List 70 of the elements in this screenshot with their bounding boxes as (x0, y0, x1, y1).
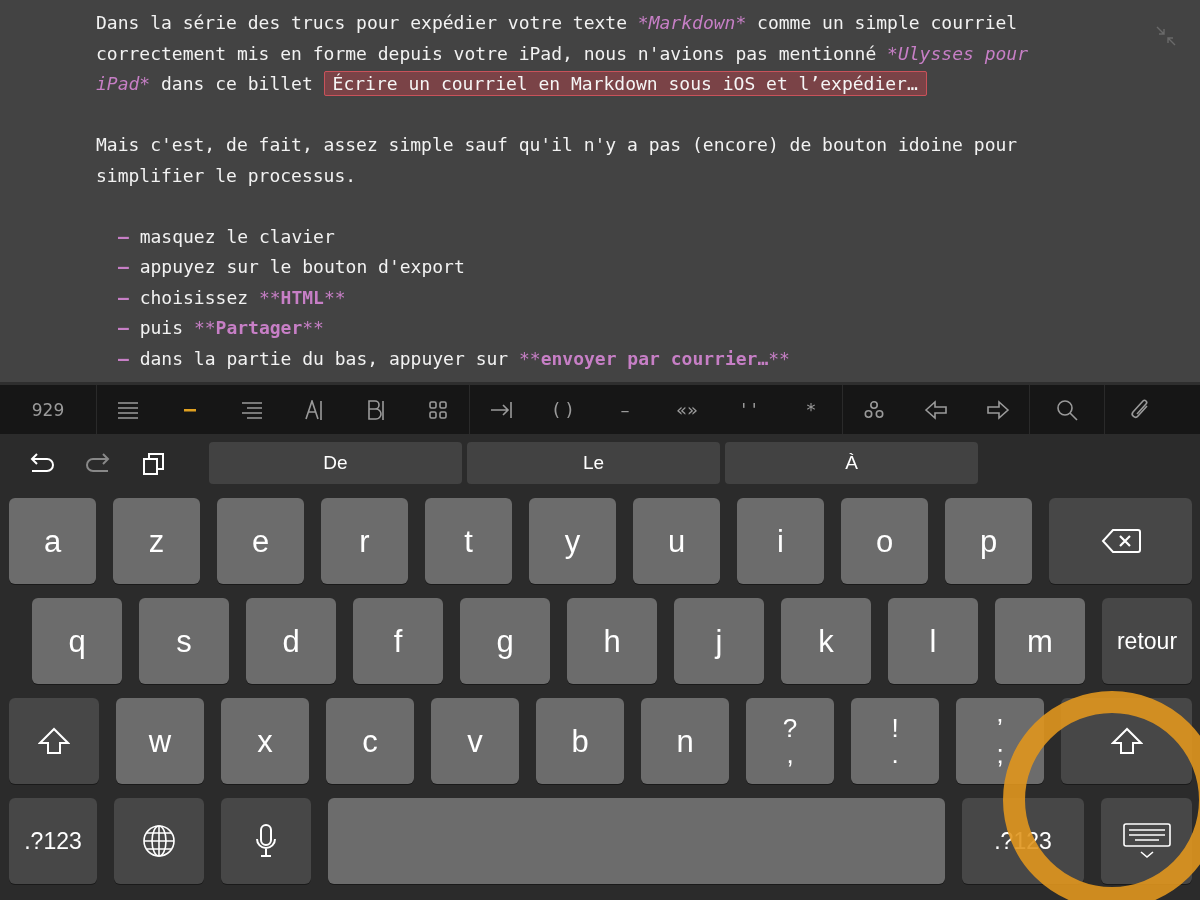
key[interactable]: o (841, 498, 928, 584)
key[interactable]: i (737, 498, 824, 584)
link[interactable]: Écrire un courriel en Markdown sous iOS et l’expédier… (323, 71, 927, 96)
tab-icon (490, 400, 512, 419)
shift-arrow-icon (38, 727, 70, 755)
list-item: – puis **Partager** (118, 316, 325, 340)
microphone-key[interactable] (221, 798, 311, 884)
key[interactable]: m (995, 598, 1085, 684)
key[interactable]: u (633, 498, 720, 584)
globe-icon (142, 824, 176, 858)
shift-arrow-icon (1110, 727, 1143, 755)
key[interactable]: j (674, 598, 764, 684)
left-arrow-icon (924, 399, 948, 420)
key[interactable]: f (353, 598, 443, 684)
key[interactable]: v (431, 698, 519, 784)
list-item: – appuyez sur le bouton d'export (118, 255, 466, 279)
key[interactable]: l (888, 598, 978, 684)
list-item: – masquez le clavier (118, 224, 336, 249)
key[interactable]: e (217, 498, 304, 584)
circles-icon (864, 400, 884, 419)
lines-icon (117, 400, 139, 419)
backspace-icon (1100, 528, 1141, 554)
key[interactable]: d (246, 598, 336, 684)
key[interactable]: c (326, 698, 414, 784)
letter-cursor-icon (367, 399, 385, 420)
key[interactable]: k (781, 598, 871, 684)
suggestion[interactable]: De (209, 442, 462, 484)
paste-icon (142, 450, 166, 476)
key[interactable]: ! . (851, 698, 939, 784)
grid-icon (429, 400, 447, 419)
key[interactable]: n (641, 698, 729, 784)
numbers-key[interactable]: .?123 (9, 798, 97, 884)
right-arrow-icon (986, 399, 1010, 420)
microphone-icon (255, 824, 277, 858)
dash-icon (184, 407, 196, 412)
key[interactable]: y (529, 498, 616, 584)
list-item: – dans la partie du bas, appuyer sur **envoyer par courrier…** (118, 346, 791, 371)
key[interactable]: g (460, 598, 550, 684)
key[interactable]: q (32, 598, 122, 684)
keyboard-icon (1122, 823, 1171, 859)
key[interactable]: w (116, 698, 204, 784)
key[interactable]: t (425, 498, 512, 584)
redo-icon (85, 452, 111, 474)
globe-key[interactable] (114, 798, 204, 884)
key[interactable]: p (945, 498, 1032, 584)
right-align-icon (241, 400, 263, 419)
key[interactable]: h (567, 598, 657, 684)
toolbar-button[interactable]: «» (656, 385, 718, 434)
toolbar-button[interactable]: – (594, 385, 656, 434)
letter-cursor-icon (305, 399, 323, 420)
list-item: – choisissez **HTML** (118, 285, 347, 310)
key[interactable]: s (139, 598, 229, 684)
undo-icon (29, 452, 55, 474)
key[interactable]: r (321, 498, 408, 584)
toolbar-button[interactable]: ( ) (532, 385, 594, 434)
return-key[interactable]: retour (1102, 598, 1192, 684)
search-icon (1056, 398, 1078, 421)
key[interactable]: z (113, 498, 200, 584)
toolbar-button[interactable]: * (780, 385, 842, 434)
suggestion[interactable]: À (725, 442, 978, 484)
suggestion[interactable]: Le (467, 442, 720, 484)
paragraph: Dans la série des trucs pour expédier votre texte *Markdown* comme un simple courriel correctement mis en forme depuis votre iPad, nous n'avions pas mentionné *Ulysses pour iPad* dans ce billet Écrire un courriel en Markdown sous iOS et l’expédier… (96, 11, 1029, 98)
key[interactable]: ? , (746, 698, 834, 784)
key[interactable]: a (9, 498, 96, 584)
paragraph: Mais c'est, de fait, assez simple sauf qu'il n'y a pas (encore) de bouton idoine pour simplifier le processus. (96, 133, 1019, 188)
backspace-key[interactable] (1049, 498, 1192, 584)
shift-key[interactable] (9, 698, 99, 784)
toolbar-button[interactable]: ' ' (718, 385, 780, 434)
key[interactable]: b (536, 698, 624, 784)
key[interactable]: x (221, 698, 309, 784)
